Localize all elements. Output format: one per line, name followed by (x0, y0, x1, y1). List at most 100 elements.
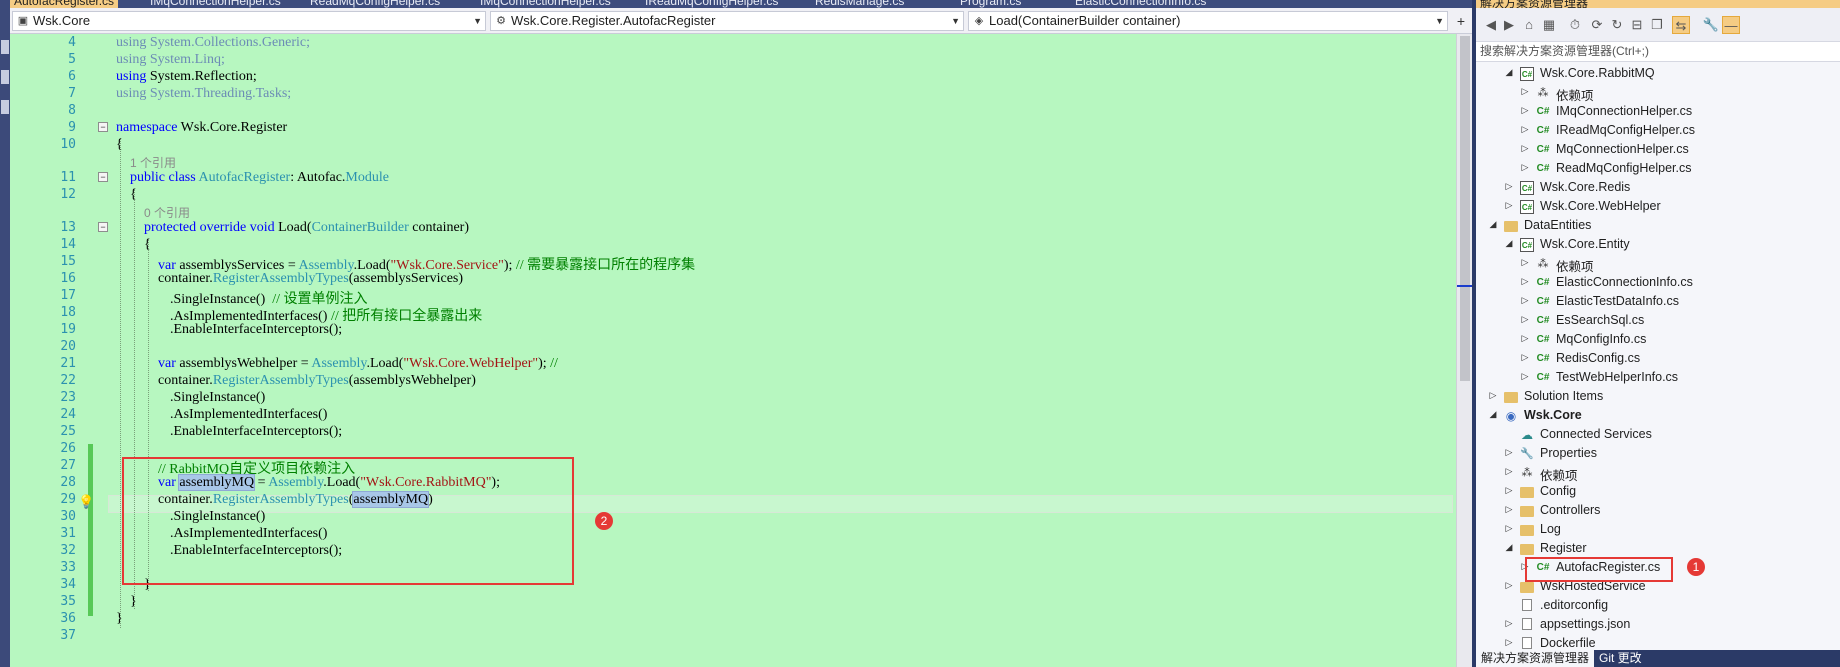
tree-item-wsk-core-entity[interactable]: ◢ C# Wsk.Core.Entity (1476, 236, 1840, 255)
collapsed-arrow-icon[interactable]: ▷ (1504, 504, 1514, 515)
collapsed-arrow-icon[interactable]: ▷ (1504, 485, 1514, 496)
pending-changes-filter-icon[interactable]: ⏱ (1566, 16, 1584, 34)
collapsed-arrow-icon[interactable]: ▷ (1520, 295, 1530, 306)
tree-item-cs-file[interactable]: ▷ C# ElasticTestDataInfo.cs (1476, 293, 1840, 312)
tab-ireadmqconfighelper[interactable]: IReadMqConfigHelper.cs (645, 0, 778, 8)
tree-item-wsk-core[interactable]: ◢ ◉ Wsk.Core (1476, 407, 1840, 426)
properties-icon[interactable]: 🔧 (1702, 16, 1720, 34)
tree-item-cs-file[interactable]: ▷ C# IMqConnectionHelper.cs (1476, 103, 1840, 122)
tree-item-dataentities[interactable]: ◢ DataEntities (1476, 217, 1840, 236)
code-editor[interactable]: 4 5 6 7 8 9 10 11 12 13 14 15 16 17 18 1… (10, 34, 1473, 667)
tree-item-dependencies[interactable]: ▷ ⁂ 依赖项 (1476, 84, 1840, 103)
show-all-files-icon[interactable]: ❐ (1648, 16, 1666, 34)
collapsed-arrow-icon[interactable]: ▷ (1520, 257, 1530, 268)
refresh-icon[interactable]: ↻ (1608, 16, 1626, 34)
collapsed-arrow-icon[interactable]: ▷ (1504, 637, 1514, 648)
chevron-down-icon: ▼ (473, 16, 482, 26)
tree-item-dependencies[interactable]: ▷ ⁂ 依赖项 (1476, 464, 1840, 483)
collapsed-arrow-icon[interactable]: ▷ (1520, 314, 1530, 325)
tree-item-wsk-core-redis[interactable]: ▷ C# Wsk.Core.Redis (1476, 179, 1840, 198)
tree-item-wsk-core-webhelper[interactable]: ▷ C# Wsk.Core.WebHelper (1476, 198, 1840, 217)
tree-item-editorconfig[interactable]: .editorconfig (1476, 597, 1840, 616)
tab-redismanage[interactable]: RedisManage.cs (815, 0, 904, 8)
tab-autofacregister[interactable]: AutofacRegister.cs (10, 0, 119, 8)
collapse-namespace-toggle[interactable]: − (98, 122, 108, 132)
collapsed-arrow-icon[interactable]: ▷ (1504, 618, 1514, 629)
solution-search-input[interactable]: 搜索解决方案资源管理器(Ctrl+;) (1476, 42, 1840, 62)
tree-item-cs-file[interactable]: ▷ C# ElasticConnectionInfo.cs (1476, 274, 1840, 293)
switch-views-icon[interactable]: ▦ (1540, 16, 1558, 34)
tree-item-cs-file[interactable]: ▷ C# IReadMqConfigHelper.cs (1476, 122, 1840, 141)
tree-item-cs-file[interactable]: ▷ C# MqConfigInfo.cs (1476, 331, 1840, 350)
collapsed-arrow-icon[interactable]: ▷ (1520, 143, 1530, 154)
tab-imqconnectionhelper-2[interactable]: IMqConnectionHelper.cs (480, 0, 611, 8)
collapsed-arrow-icon[interactable]: ▷ (1520, 162, 1530, 173)
references-codelens[interactable]: 1 个引用 (130, 154, 176, 171)
tree-item-cs-file[interactable]: ▷ C# ReadMqConfigHelper.cs (1476, 160, 1840, 179)
vertical-scrollbar[interactable] (1456, 34, 1473, 667)
expanded-arrow-icon[interactable]: ◢ (1488, 409, 1498, 420)
annotation-badge-2: 2 (595, 512, 613, 530)
collapsed-arrow-icon[interactable]: ▷ (1504, 580, 1514, 591)
references-codelens[interactable]: 0 个引用 (144, 204, 190, 221)
tab-readmqconfighelper[interactable]: ReadMqConfigHelper.cs (310, 0, 440, 8)
collapsed-arrow-icon[interactable]: ▷ (1520, 105, 1530, 116)
collapse-method-toggle[interactable]: − (98, 222, 108, 232)
collapsed-arrow-icon[interactable]: ▷ (1504, 447, 1514, 458)
preview-selected-icon[interactable]: — (1722, 16, 1740, 34)
tree-item-cs-file[interactable]: ▷ C# TestWebHelperInfo.cs (1476, 369, 1840, 388)
tree-item-cs-file[interactable]: ▷ C# EsSearchSql.cs (1476, 312, 1840, 331)
tree-item-appsettings[interactable]: ▷ appsettings.json (1476, 616, 1840, 635)
collapsed-arrow-icon[interactable]: ▷ (1504, 200, 1514, 211)
tree-item-dependencies[interactable]: ▷ ⁂ 依赖项 (1476, 255, 1840, 274)
collapsed-arrow-icon[interactable]: ▷ (1520, 276, 1530, 287)
collapsed-arrow-icon[interactable]: ▷ (1504, 466, 1514, 477)
collapse-class-toggle[interactable]: − (98, 172, 108, 182)
collapsed-arrow-icon[interactable]: ▷ (1520, 333, 1530, 344)
server-explorer-tab[interactable] (1, 70, 9, 84)
tab-elasticconnectioninfo[interactable]: ElasticConnectionInfo.cs (1075, 0, 1206, 8)
project-dropdown[interactable]: ▣ Wsk.Core ▼ (12, 11, 486, 31)
data-sources-tab[interactable] (1, 100, 9, 114)
expanded-arrow-icon[interactable]: ◢ (1504, 542, 1514, 553)
class-dropdown[interactable]: ⚙ Wsk.Core.Register.AutofacRegister ▼ (490, 11, 964, 31)
line-number: 31 (60, 526, 76, 541)
collapsed-arrow-icon[interactable]: ▷ (1520, 371, 1530, 382)
line-number: 33 (60, 560, 76, 575)
tab-program[interactable]: Program.cs (960, 0, 1021, 8)
collapse-all-icon[interactable]: ⊟ (1628, 16, 1646, 34)
tree-item-properties[interactable]: ▷ 🔧 Properties (1476, 445, 1840, 464)
collapsed-arrow-icon[interactable]: ▷ (1520, 124, 1530, 135)
scrollbar-thumb[interactable] (1460, 36, 1470, 381)
collapsed-arrow-icon[interactable]: ▷ (1504, 181, 1514, 192)
lightbulb-icon[interactable]: 💡 (78, 494, 94, 510)
split-window-button[interactable]: + (1454, 13, 1468, 29)
tab-imqconnectionhelper[interactable]: IMqConnectionHelper.cs (150, 0, 281, 8)
member-dropdown-value: Load(ContainerBuilder container) (989, 13, 1181, 28)
tab-solution-explorer[interactable]: 解决方案资源管理器 (1476, 650, 1595, 667)
tree-item-wsk-core-rabbitmq[interactable]: ◢ C# Wsk.Core.RabbitMQ (1476, 65, 1840, 84)
line-number: 29 (60, 492, 76, 507)
tree-item-log[interactable]: ▷ Log (1476, 521, 1840, 540)
expanded-arrow-icon[interactable]: ◢ (1504, 238, 1514, 249)
collapsed-arrow-icon[interactable]: ▷ (1504, 523, 1514, 534)
expanded-arrow-icon[interactable]: ◢ (1488, 219, 1498, 230)
forward-icon[interactable]: ▶ (1500, 16, 1518, 34)
home-icon[interactable]: ⌂ (1520, 16, 1538, 34)
tree-item-controllers[interactable]: ▷ Controllers (1476, 502, 1840, 521)
collapsed-arrow-icon[interactable]: ▷ (1520, 86, 1530, 97)
tree-item-cs-file[interactable]: ▷ C# RedisConfig.cs (1476, 350, 1840, 369)
tree-item-cs-file[interactable]: ▷ C# MqConnectionHelper.cs (1476, 141, 1840, 160)
back-icon[interactable]: ◀ (1482, 16, 1500, 34)
expanded-arrow-icon[interactable]: ◢ (1504, 67, 1514, 78)
collapsed-arrow-icon[interactable]: ▷ (1520, 352, 1530, 363)
sync-icon[interactable]: ⟳ (1588, 16, 1606, 34)
tab-git-changes[interactable]: Git 更改 (1594, 650, 1647, 667)
tree-item-connected-services[interactable]: ☁ Connected Services (1476, 426, 1840, 445)
collapsed-arrow-icon[interactable]: ▷ (1488, 390, 1498, 401)
toolbox-tab[interactable] (1, 40, 9, 54)
member-dropdown[interactable]: ◈ Load(ContainerBuilder container) ▼ (968, 11, 1448, 31)
track-active-item-icon[interactable]: ⇆ (1672, 16, 1690, 34)
tree-item-solution-items[interactable]: ▷ Solution Items (1476, 388, 1840, 407)
tree-item-config[interactable]: ▷ Config (1476, 483, 1840, 502)
